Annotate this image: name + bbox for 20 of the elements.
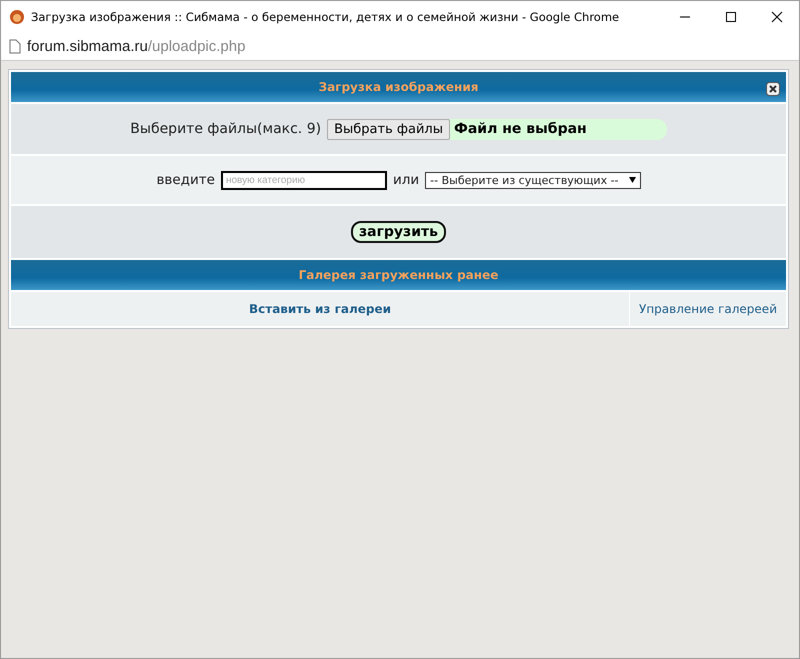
category-select[interactable]: -- Выберите из существующих -- <box>425 172 641 188</box>
page-icon <box>9 38 21 54</box>
file-label: Выберите файлы(макс. 9) <box>130 121 322 137</box>
close-icon[interactable] <box>766 82 780 96</box>
file-status: Файл не выбран <box>452 121 588 137</box>
panel-title: Загрузка изображения <box>318 80 478 94</box>
panel-title: Галерея загруженных ранее <box>298 268 498 282</box>
enter-label: введите <box>156 172 215 188</box>
maximize-icon[interactable] <box>725 10 737 22</box>
site-logo-icon <box>9 8 25 24</box>
window-title: Загрузка изображения :: Сибмама - о беременности, детях и о семейной жизни - Google Chrome <box>31 10 620 24</box>
upload-button[interactable]: загрузить <box>351 221 446 243</box>
close-icon[interactable] <box>771 10 783 22</box>
dropdown-arrow-icon <box>628 177 636 183</box>
insert-from-gallery-link[interactable]: Вставить из галереи <box>248 302 392 316</box>
or-label: или <box>392 172 420 188</box>
choose-files-button[interactable]: Выбрать файлы <box>327 118 450 140</box>
category-field[interactable]: новую категорию <box>220 170 387 190</box>
manage-gallery-link[interactable]: Управление галереей <box>639 302 777 316</box>
address-url[interactable]: forum.sibmama.ru/uploadpic.php <box>27 38 246 54</box>
